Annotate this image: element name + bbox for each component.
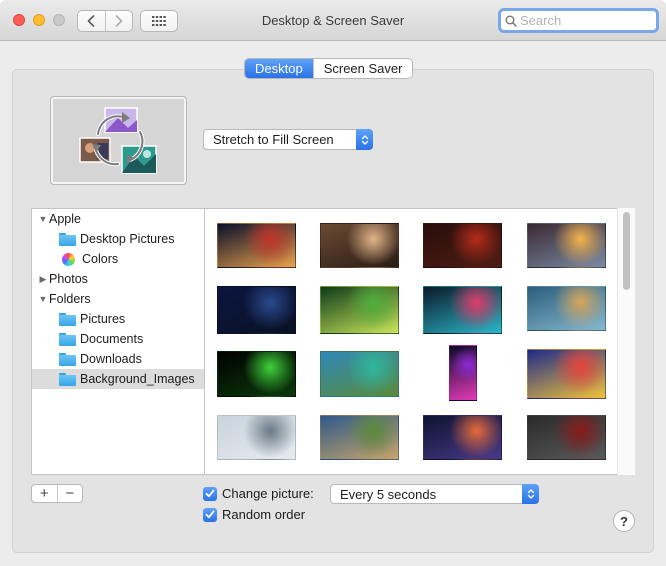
- up-down-arrows-icon: [361, 134, 368, 145]
- picture-thumbnail[interactable]: [320, 223, 399, 268]
- folder-icon: [59, 372, 76, 386]
- show-all-button[interactable]: [140, 10, 178, 32]
- back-button[interactable]: [78, 11, 105, 31]
- picture-thumbnail[interactable]: [320, 351, 399, 397]
- source-item-documents[interactable]: Documents: [32, 329, 204, 349]
- disclosure-expanded-icon[interactable]: ▼: [38, 294, 48, 304]
- source-item-pictures[interactable]: Pictures: [32, 309, 204, 329]
- window-title: Desktop & Screen Saver: [261, 13, 405, 28]
- picture-thumbnail[interactable]: [527, 349, 606, 399]
- source-item-label: Pictures: [80, 312, 126, 326]
- chevron-left-icon: [87, 15, 95, 27]
- source-group-apple[interactable]: ▼ Apple: [32, 209, 204, 229]
- close-window-button[interactable]: [13, 14, 25, 26]
- pictures-folder-icon: [59, 312, 76, 326]
- color-wheel-icon: [62, 252, 75, 266]
- source-group-label: Photos: [49, 272, 88, 286]
- picture-thumbnail[interactable]: [423, 286, 502, 334]
- disclosure-collapsed-icon[interactable]: ▶: [38, 274, 48, 285]
- zoom-window-button[interactable]: [53, 14, 65, 26]
- source-item-label: Downloads: [80, 352, 142, 366]
- change-picture-label: Change picture:: [222, 486, 314, 501]
- tab-switcher: Desktop Screen Saver: [244, 58, 414, 79]
- minimize-window-button[interactable]: [33, 14, 45, 26]
- source-item-background-images[interactable]: Background_Images: [32, 369, 204, 389]
- source-item-label: Background_Images: [80, 372, 195, 386]
- source-item-colors[interactable]: Colors: [32, 249, 204, 269]
- source-list: ▼ Apple Desktop Pictures Colors ▶ Photos…: [31, 208, 204, 475]
- folder-icon: [59, 332, 76, 346]
- fit-mode-value: Stretch to Fill Screen: [213, 132, 334, 147]
- up-down-arrows-icon: [527, 489, 534, 499]
- source-group-label: Apple: [49, 212, 81, 226]
- search-input[interactable]: [520, 13, 648, 28]
- source-item-label: Colors: [82, 252, 119, 266]
- picture-grid: [204, 208, 635, 475]
- picture-thumbnail[interactable]: [527, 223, 606, 268]
- checkmark-icon: [205, 510, 215, 519]
- source-group-folders[interactable]: ▼ Folders: [32, 289, 204, 309]
- fit-mode-popup[interactable]: Stretch to Fill Screen: [203, 129, 373, 150]
- picture-thumbnail[interactable]: [527, 415, 606, 460]
- add-folder-button[interactable]: +: [32, 485, 57, 502]
- picture-thumbnail[interactable]: [449, 345, 477, 401]
- picture-thumbnail[interactable]: [217, 351, 296, 397]
- random-order-label: Random order: [222, 507, 306, 522]
- tab-screen-saver[interactable]: Screen Saver: [312, 59, 413, 78]
- change-interval-popup[interactable]: Every 5 seconds: [330, 484, 539, 504]
- source-group-photos[interactable]: ▶ Photos: [32, 269, 204, 289]
- forward-button[interactable]: [104, 11, 133, 31]
- source-item-downloads[interactable]: Downloads: [32, 349, 204, 369]
- disclosure-expanded-icon[interactable]: ▼: [38, 214, 48, 224]
- current-desktop-preview: [50, 96, 187, 185]
- checkmark-icon: [205, 489, 215, 498]
- random-order-checkbox[interactable]: [203, 507, 217, 522]
- scrollbar-thumb[interactable]: [623, 212, 630, 290]
- source-item-label: Documents: [80, 332, 144, 346]
- chevron-right-icon: [115, 15, 123, 27]
- remove-folder-button[interactable]: −: [56, 485, 83, 502]
- picture-thumbnail[interactable]: [320, 415, 399, 460]
- tab-desktop[interactable]: Desktop: [245, 59, 313, 78]
- vertical-scrollbar[interactable]: [617, 208, 635, 475]
- picture-thumbnail[interactable]: [527, 286, 606, 331]
- title-bar: Desktop & Screen Saver: [0, 0, 666, 41]
- folder-icon: [59, 232, 76, 246]
- popup-stepper: [522, 484, 539, 504]
- source-group-label: Folders: [49, 292, 91, 306]
- popup-stepper: [356, 129, 373, 150]
- change-picture-checkbox[interactable]: [203, 486, 217, 501]
- picture-thumbnail[interactable]: [217, 415, 296, 460]
- picture-thumbnail[interactable]: [320, 286, 399, 334]
- magnifying-glass-icon: [505, 15, 517, 27]
- change-picture-option[interactable]: Change picture:: [203, 486, 314, 501]
- picture-thumbnail[interactable]: [423, 415, 502, 460]
- folder-icon: [59, 352, 76, 366]
- picture-thumbnail[interactable]: [217, 286, 296, 334]
- preferences-window: Desktop & Screen Saver Desktop Screen Sa…: [0, 0, 666, 566]
- rotating-pictures-icon: [78, 106, 157, 174]
- search-field[interactable]: [498, 8, 659, 33]
- picture-thumbnail[interactable]: [217, 223, 296, 268]
- picture-thumbnail[interactable]: [423, 223, 502, 268]
- change-interval-value: Every 5 seconds: [340, 486, 437, 502]
- source-item-desktop-pictures[interactable]: Desktop Pictures: [32, 229, 204, 249]
- navigation-buttons: [77, 10, 133, 32]
- source-item-label: Desktop Pictures: [80, 232, 175, 246]
- random-order-option[interactable]: Random order: [203, 507, 305, 522]
- show-all-grid-icon: [152, 16, 166, 26]
- help-button[interactable]: ?: [613, 510, 635, 532]
- add-remove-buttons: + −: [31, 484, 83, 503]
